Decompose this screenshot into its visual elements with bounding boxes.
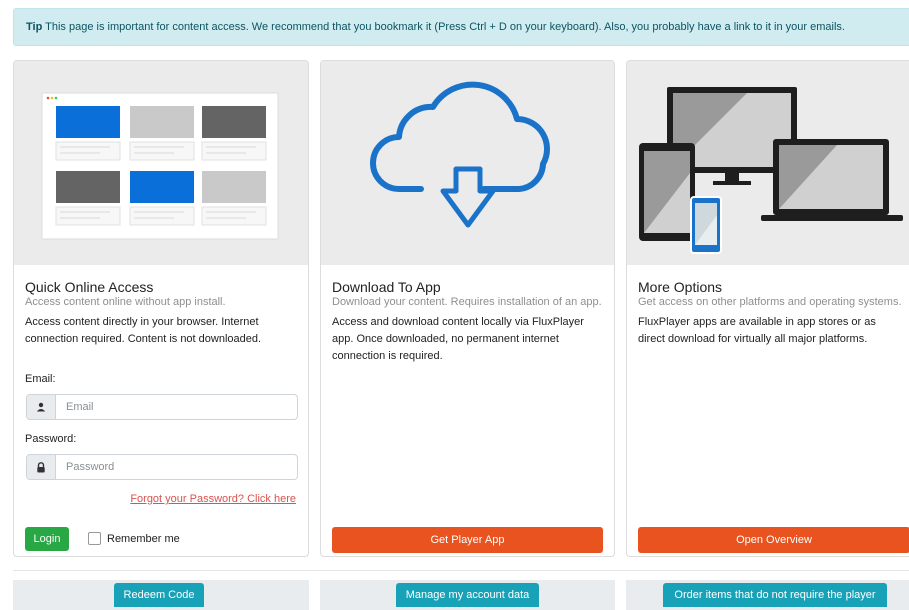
manage-account-data-button[interactable]: Manage my account data: [396, 583, 539, 607]
card-subtitle: Access content online without app instal…: [25, 296, 226, 308]
card-title: More Options: [638, 279, 723, 295]
browser-grid-illustration: [14, 61, 308, 265]
more-options-card: More Options Get access on other platfor…: [626, 60, 909, 557]
tip-label: Tip: [26, 21, 43, 33]
tip-alert: Tip This page is important for content a…: [13, 8, 909, 46]
order-items-button[interactable]: Order items that do not require the play…: [663, 583, 887, 607]
password-label: Password:: [25, 433, 77, 445]
card-title: Download To App: [332, 279, 441, 295]
password-input-group: [26, 454, 298, 480]
section-divider: [13, 570, 909, 571]
remember-me-checkbox[interactable]: Remember me: [88, 532, 180, 545]
user-icon: [27, 395, 56, 419]
open-overview-button[interactable]: Open Overview: [638, 527, 909, 553]
download-to-app-card: Download To App Download your content. R…: [320, 60, 615, 557]
card-subtitle: Get access on other platforms and operat…: [638, 296, 902, 308]
cloud-download-icon: [321, 61, 614, 265]
lock-icon: [27, 455, 56, 479]
redeem-code-panel: Redeem Code: [13, 580, 309, 610]
redeem-code-button[interactable]: Redeem Code: [114, 583, 204, 607]
card-text: Access content directly in your browser.…: [25, 316, 262, 345]
email-label: Email:: [25, 373, 56, 385]
manage-account-panel: Manage my account data: [320, 580, 615, 610]
tip-text: This page is important for content acces…: [45, 21, 845, 33]
forgot-password-link[interactable]: Forgot your Password? Click here: [130, 493, 296, 505]
card-subtitle: Download your content. Requires installa…: [332, 296, 602, 308]
card-text: FluxPlayer apps are available in app sto…: [638, 316, 876, 345]
order-items-panel: Order items that do not require the play…: [626, 580, 909, 610]
email-input[interactable]: [56, 395, 297, 419]
card-title: Quick Online Access: [25, 279, 154, 295]
quick-online-access-card: Quick Online Access Access content onlin…: [13, 60, 309, 557]
checkbox-box[interactable]: [88, 532, 101, 545]
get-player-app-button[interactable]: Get Player App: [332, 527, 603, 553]
email-input-group: [26, 394, 298, 420]
devices-illustration: [627, 61, 909, 265]
password-input[interactable]: [56, 455, 297, 479]
remember-me-label: Remember me: [107, 532, 180, 545]
card-text: Access and download content locally via …: [332, 316, 584, 362]
login-button[interactable]: Login: [25, 527, 69, 551]
